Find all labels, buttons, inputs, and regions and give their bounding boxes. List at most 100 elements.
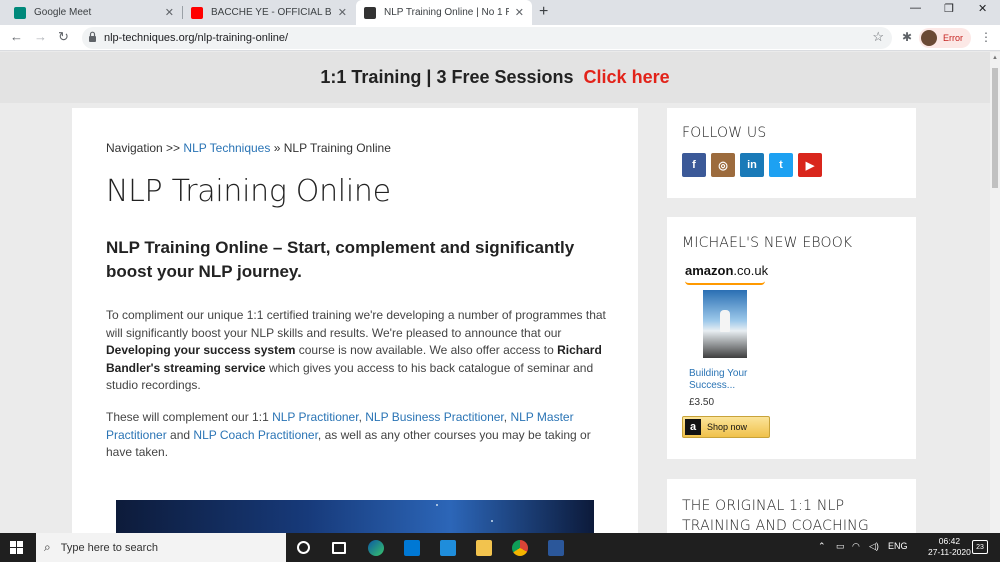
- minimize-icon[interactable]: —: [910, 2, 921, 14]
- coaching-widget: THE ORIGINAL 1:1 NLP TRAINING AND COACHI…: [667, 479, 916, 534]
- book-figure: [720, 310, 730, 332]
- search-placeholder: Type here to search: [60, 541, 158, 554]
- ebook-title: MICHAEL'S NEW EBOOK: [682, 235, 853, 251]
- clock[interactable]: 06:42 27-11-2020: [928, 536, 971, 558]
- url-text: nlp-techniques.org/nlp-training-online/: [104, 32, 289, 44]
- sparkle: [491, 520, 493, 522]
- wifi-icon[interactable]: ◠: [852, 541, 860, 552]
- link-nlp-practitioner[interactable]: NLP Practitioner: [272, 410, 359, 424]
- date: 27-11-2020: [928, 547, 971, 557]
- text: To compliment our unique 1:1 certified t…: [106, 308, 606, 340]
- windows-start-icon[interactable]: [10, 541, 23, 554]
- complement-paragraph: These will complement our 1:1 NLP Practi…: [106, 409, 606, 462]
- main-content: Navigation >> NLP Techniques » NLP Train…: [72, 108, 638, 533]
- volume-icon[interactable]: ◁): [869, 541, 879, 552]
- time: 06:42: [938, 536, 961, 546]
- hero-image: [116, 500, 594, 533]
- battery-icon[interactable]: ▭: [836, 541, 845, 552]
- lock-icon: [89, 31, 96, 42]
- avatar: [921, 30, 937, 46]
- bookmark-star-icon[interactable]: ☆: [872, 29, 884, 45]
- twitter-icon[interactable]: t: [769, 153, 793, 177]
- breadcrumb-current: NLP Training Online: [283, 141, 391, 155]
- tab-strip: Google Meet ✕ BACCHE YE - OFFICIAL BHAGA…: [0, 0, 1000, 25]
- facebook-icon[interactable]: f: [682, 153, 706, 177]
- browser-toolbar: ← → ↻ nlp-techniques.org/nlp-training-on…: [0, 25, 1000, 51]
- breadcrumb-separator: »: [273, 141, 281, 155]
- new-tab-icon[interactable]: +: [539, 3, 548, 21]
- promo-banner: 1:1 Training | 3 Free Sessions Click her…: [0, 52, 990, 103]
- amazon-a-icon: a: [685, 419, 701, 435]
- file-explorer-icon[interactable]: [476, 540, 492, 556]
- follow-us-widget: FOLLOW US f ◎ in t ▶: [667, 108, 916, 198]
- book-price: £3.50: [689, 397, 715, 408]
- ebook-widget: MICHAEL'S NEW EBOOK amazon.co.uk Buildin…: [667, 217, 916, 459]
- address-bar[interactable]: nlp-techniques.org/nlp-training-online/ …: [82, 27, 892, 49]
- task-view-icon[interactable]: [332, 542, 346, 554]
- close-icon[interactable]: ✕: [338, 6, 347, 19]
- language-indicator[interactable]: ENG: [888, 541, 908, 551]
- breadcrumb-prefix: Navigation >>: [106, 141, 181, 155]
- search-icon: ⌕: [44, 540, 51, 554]
- youtube-icon: [191, 6, 203, 19]
- profile-status: Error: [943, 33, 963, 43]
- promo-click-here-link[interactable]: Click here: [584, 67, 670, 88]
- store-icon[interactable]: [404, 540, 420, 556]
- close-icon[interactable]: ✕: [515, 6, 524, 19]
- text: and: [166, 427, 194, 442]
- amazon-tld: .co.uk: [733, 263, 769, 278]
- tab-title: Google Meet: [34, 7, 92, 18]
- amazon-smile-icon: [685, 281, 765, 285]
- breadcrumb: Navigation >> NLP Techniques » NLP Train…: [106, 141, 391, 155]
- close-window-icon[interactable]: ✕: [978, 2, 987, 15]
- word-icon[interactable]: [548, 540, 564, 556]
- tab-title: NLP Training Online | No 1 Reno: [384, 7, 509, 18]
- instagram-icon[interactable]: ◎: [711, 153, 735, 177]
- page-title: NLP Training Online: [106, 174, 391, 209]
- windows-taskbar: ⌕ Type here to search ⌃ ▭ ◠ ◁) ENG 06:42…: [0, 533, 1000, 562]
- tab-google-meet[interactable]: Google Meet ✕: [6, 0, 182, 25]
- tab-nlp-training[interactable]: NLP Training Online | No 1 Reno ✕: [356, 0, 532, 25]
- profile-button[interactable]: Error: [919, 28, 971, 48]
- book-title-link[interactable]: Building Your Success...: [689, 368, 759, 392]
- tab-title: BACCHE YE - OFFICIAL BHAGAT: [211, 7, 332, 18]
- sparkle: [436, 504, 438, 506]
- taskbar-search[interactable]: ⌕ Type here to search: [36, 533, 286, 562]
- text: These will complement our 1:1: [106, 410, 273, 424]
- book-cover-image[interactable]: [703, 290, 747, 358]
- article-subtitle: NLP Training Online – Start, complement …: [106, 238, 575, 281]
- reload-icon[interactable]: ↻: [58, 29, 69, 45]
- coaching-title: THE ORIGINAL 1:1 NLP TRAINING AND COACHI…: [682, 498, 869, 534]
- scrollbar-thumb[interactable]: [992, 68, 998, 188]
- notifications-icon[interactable]: 23: [972, 540, 988, 554]
- breadcrumb-link-nlp-techniques[interactable]: NLP Techniques: [183, 141, 270, 155]
- scroll-up-icon[interactable]: ▲: [992, 55, 998, 61]
- page-scrollbar[interactable]: ▲: [990, 52, 1000, 533]
- menu-kebab-icon[interactable]: ⋮: [980, 30, 992, 44]
- tab-youtube[interactable]: BACCHE YE - OFFICIAL BHAGAT ✕: [183, 0, 355, 25]
- google-meet-icon: [14, 6, 26, 19]
- amazon-logo: amazon.co.uk: [685, 263, 768, 278]
- promo-text: 1:1 Training | 3 Free Sessions: [320, 67, 574, 87]
- edge-icon[interactable]: [368, 540, 384, 556]
- tray-chevron-up-icon[interactable]: ⌃: [818, 541, 826, 552]
- nlp-favicon-icon: [364, 6, 376, 19]
- shop-now-button[interactable]: a Shop now: [682, 416, 770, 438]
- bold-success-system: Developing your success system: [106, 343, 296, 357]
- back-icon[interactable]: ←: [10, 29, 23, 44]
- link-nlp-business-practitioner[interactable]: NLP Business Practitioner: [365, 410, 504, 424]
- maximize-icon[interactable]: ❐: [944, 2, 954, 15]
- mail-icon[interactable]: [440, 540, 456, 556]
- amazon-brand: amazon: [685, 263, 734, 278]
- intro-paragraph: To compliment our unique 1:1 certified t…: [106, 307, 606, 395]
- shop-now-label: Shop now: [707, 422, 748, 432]
- extensions-icon[interactable]: ✱: [902, 30, 912, 44]
- chrome-icon[interactable]: [512, 540, 528, 556]
- link-nlp-coach-practitioner[interactable]: NLP Coach Practitioner: [193, 428, 318, 442]
- text: course is now available. We also offer a…: [295, 343, 558, 357]
- youtube-icon[interactable]: ▶: [798, 153, 822, 177]
- forward-icon[interactable]: →: [34, 29, 47, 44]
- cortana-icon[interactable]: [297, 541, 310, 554]
- close-icon[interactable]: ✕: [165, 6, 174, 19]
- linkedin-icon[interactable]: in: [740, 153, 764, 177]
